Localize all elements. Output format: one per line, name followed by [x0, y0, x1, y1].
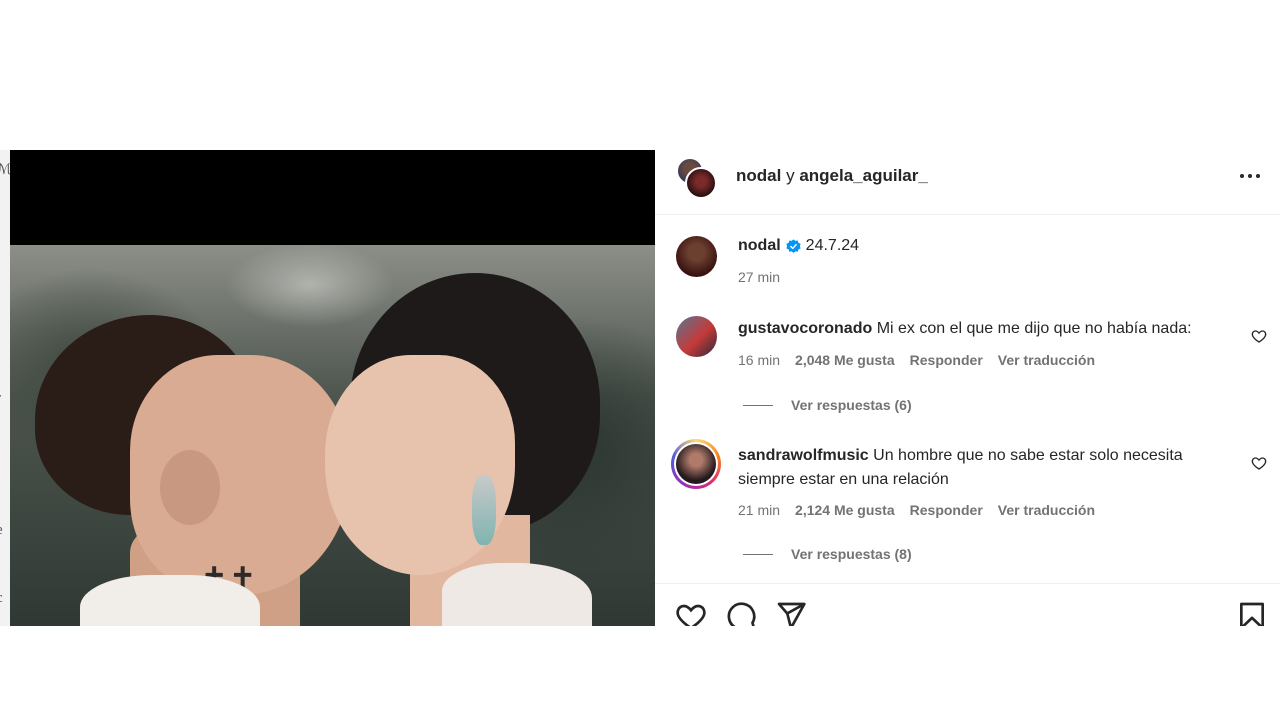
post-header-title: nodal y angela_aguilar_ — [736, 166, 928, 186]
header-joiner: y — [786, 166, 795, 185]
verified-badge-icon — [786, 238, 801, 253]
photo-shape — [472, 475, 496, 545]
caption-meta: 27 min — [738, 269, 780, 285]
translate-button[interactable]: Ver traducción — [998, 502, 1095, 518]
caption-username[interactable]: nodal — [738, 237, 781, 255]
comment-meta: 16 min 2,048 Me gusta Responder Ver trad… — [738, 352, 1095, 368]
reply-button[interactable]: Responder — [910, 502, 983, 518]
replies-line — [743, 553, 773, 555]
view-replies-button[interactable]: Ver respuestas (8) — [743, 546, 912, 562]
avatar — [676, 444, 716, 484]
collab-avatar-angela[interactable] — [685, 167, 717, 199]
post-photo: ✝✝ ✝ — [10, 245, 655, 626]
comment-likes[interactable]: 2,124 Me gusta — [795, 502, 895, 518]
comment-avatar-gustavocoronado[interactable] — [676, 316, 717, 357]
bookmark-icon[interactable] — [1236, 600, 1268, 626]
header-user-nodal[interactable]: nodal — [736, 166, 781, 185]
comment-gustavocoronado: gustavocoronado Mi ex con el que me dijo… — [738, 317, 1238, 341]
story-ring — [674, 442, 718, 486]
comment-sandrawolfmusic: sandrawolfmusic Un hombre que no sabe es… — [738, 444, 1218, 492]
photo-shape — [80, 575, 260, 626]
comment-likes[interactable]: 2,048 Me gusta — [795, 352, 895, 368]
heart-icon[interactable] — [675, 600, 707, 626]
caption-avatar[interactable] — [676, 236, 717, 277]
send-icon[interactable] — [775, 600, 807, 626]
more-horizontal-icon[interactable] — [1235, 164, 1265, 188]
action-bar — [655, 584, 1280, 626]
view-replies-label: Ver respuestas (8) — [791, 546, 912, 562]
caption: nodal 24.7.24 — [738, 237, 859, 255]
caption-time[interactable]: 27 min — [738, 269, 780, 285]
post-media[interactable]: ✝✝ ✝ — [10, 150, 655, 626]
comment-text: Mi ex con el que me dijo que no había na… — [876, 320, 1192, 337]
header-divider — [655, 214, 1280, 215]
header-user-angela[interactable]: angela_aguilar_ — [799, 166, 928, 185]
previous-post-edge: ℳ r e c — [0, 150, 10, 626]
comment-username[interactable]: gustavocoronado — [738, 320, 872, 337]
post-side-panel: nodal y angela_aguilar_ nodal 24.7.24 27… — [655, 150, 1280, 626]
caption-text: 24.7.24 — [805, 237, 860, 254]
photo-shape — [160, 450, 220, 525]
comment-time[interactable]: 16 min — [738, 352, 780, 368]
comment-icon[interactable] — [725, 600, 757, 626]
replies-line — [743, 404, 773, 406]
comment-time[interactable]: 21 min — [738, 502, 780, 518]
view-replies-label: Ver respuestas (6) — [791, 397, 912, 413]
view-replies-button[interactable]: Ver respuestas (6) — [743, 397, 912, 413]
comment-like-heart-icon[interactable] — [1251, 328, 1267, 344]
comment-avatar-sandrawolfmusic[interactable] — [671, 439, 721, 489]
comment-username[interactable]: sandrawolfmusic — [738, 447, 869, 464]
comment-meta: 21 min 2,124 Me gusta Responder Ver trad… — [738, 502, 1095, 518]
comment-like-heart-icon[interactable] — [1251, 455, 1267, 471]
photo-shape — [442, 563, 592, 626]
translate-button[interactable]: Ver traducción — [998, 352, 1095, 368]
reply-button[interactable]: Responder — [910, 352, 983, 368]
